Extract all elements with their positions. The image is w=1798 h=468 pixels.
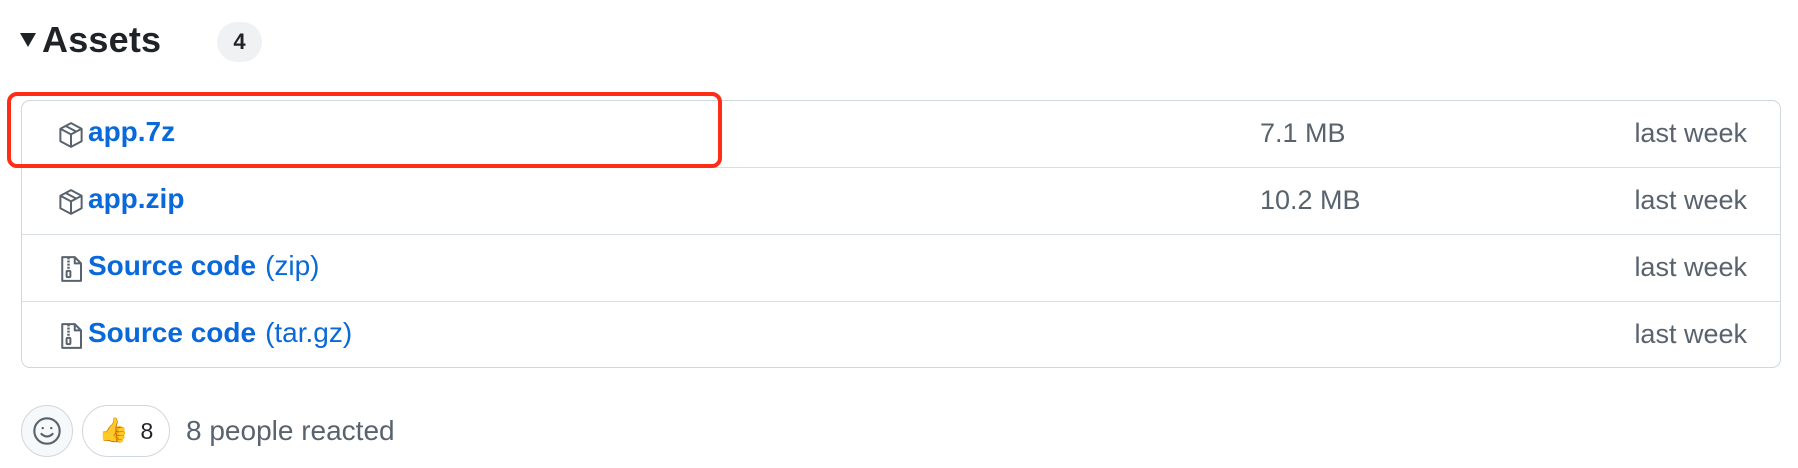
asset-format: (tar.gz)	[265, 317, 353, 348]
assets-title: Assets	[42, 19, 162, 60]
collapse-triangle-icon[interactable]	[20, 33, 36, 47]
asset-format: (zip)	[265, 250, 320, 281]
asset-download-link[interactable]: Source code (zip)	[88, 250, 320, 282]
package-icon	[59, 122, 83, 148]
asset-name: app.7z	[88, 116, 176, 147]
reactions-bar: 👍 8 8 people reacted	[21, 404, 395, 458]
file-zip-icon	[61, 323, 82, 349]
reaction-count: 8	[140, 417, 154, 444]
asset-date: last week	[1634, 185, 1747, 215]
smiley-icon	[33, 417, 61, 445]
asset-date: last week	[1634, 118, 1747, 148]
asset-date: last week	[1634, 252, 1747, 282]
asset-row: Source code (zip) last week	[22, 235, 1780, 302]
thumbs-up-reaction-button[interactable]: 👍 8	[82, 405, 170, 457]
asset-name: app.zip	[88, 183, 185, 214]
asset-size: 7.1 MB	[1260, 118, 1346, 148]
asset-download-link[interactable]: Source code (tar.gz)	[88, 317, 352, 349]
file-zip-icon	[61, 256, 82, 282]
asset-row: app.7z 7.1 MB last week	[22, 101, 1780, 168]
asset-download-link[interactable]: app.7z	[88, 116, 175, 148]
asset-row: app.zip 10.2 MB last week	[22, 168, 1780, 235]
release-assets-section: Assets 4 app.7z 7.1 MB last week app.zip…	[0, 0, 1798, 468]
package-icon	[59, 189, 83, 215]
add-reaction-button[interactable]	[21, 405, 73, 457]
assets-header[interactable]: Assets	[20, 14, 161, 66]
asset-download-link[interactable]: app.zip	[88, 183, 184, 215]
assets-count-badge: 4	[217, 22, 262, 62]
asset-date: last week	[1634, 319, 1747, 349]
assets-list: app.7z 7.1 MB last week app.zip 10.2 MB …	[21, 100, 1781, 368]
reaction-summary: 8 people reacted	[186, 415, 395, 446]
asset-name: Source code	[88, 317, 257, 348]
asset-name: Source code	[88, 250, 257, 281]
asset-size: 10.2 MB	[1260, 185, 1361, 215]
thumbs-up-icon: 👍	[98, 417, 129, 444]
asset-row: Source code (tar.gz) last week	[22, 302, 1780, 367]
